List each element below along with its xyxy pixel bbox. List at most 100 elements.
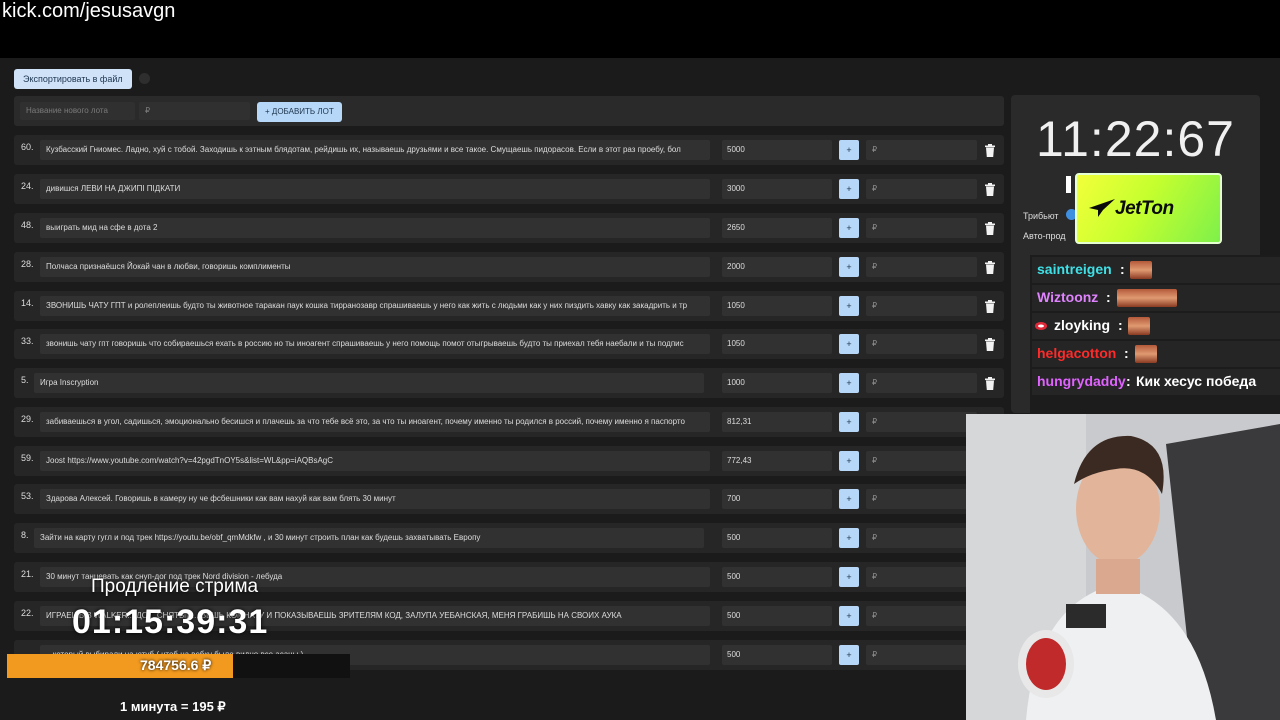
badge-icon — [1035, 322, 1047, 330]
lot-amount: 500 — [722, 528, 832, 548]
add-to-lot-button[interactable]: + — [839, 334, 859, 354]
lot-add-amount-input[interactable]: ₽ — [866, 140, 977, 160]
lot-row: 29. забиваешься в угол, садишься, эмоцио… — [14, 407, 1004, 437]
lot-add-amount-input[interactable]: ₽ — [866, 334, 977, 354]
add-to-lot-button[interactable]: + — [839, 645, 859, 665]
lot-title-field[interactable]: дивишся ЛЕВИ НА ДЖИПІ ПІДКАТИ — [40, 179, 710, 199]
trash-icon[interactable] — [984, 261, 996, 274]
webcam-feed — [966, 414, 1280, 720]
lot-add-amount-input[interactable]: ₽ — [866, 451, 977, 471]
lot-number: 14. — [21, 298, 34, 308]
add-to-lot-button[interactable]: + — [839, 489, 859, 509]
lot-number: 53. — [21, 491, 34, 501]
lot-add-amount-input[interactable]: ₽ — [866, 257, 977, 277]
lot-number: 59. — [21, 453, 34, 463]
lot-title-field[interactable]: Зайти на карту гугл и под трек https://y… — [34, 528, 704, 548]
trash-icon[interactable] — [984, 222, 996, 235]
chat-message: zloyking : — [1032, 313, 1280, 339]
trash-icon[interactable] — [984, 377, 996, 390]
lot-row: 8. Зайти на карту гугл и под трек https:… — [14, 523, 1004, 553]
chat-message: saintreigen : — [1032, 257, 1280, 283]
new-lot-name-input[interactable]: Название нового лота — [20, 102, 135, 120]
lot-row: 28. Полчаса признаёшся Йокай чан в любви… — [14, 252, 1004, 282]
lot-add-amount-input[interactable]: ₽ — [866, 645, 977, 665]
lot-add-amount-input[interactable]: ₽ — [866, 296, 977, 316]
add-to-lot-button[interactable]: + — [839, 373, 859, 393]
add-to-lot-button[interactable]: + — [839, 218, 859, 238]
trash-icon[interactable] — [984, 300, 996, 313]
lot-amount: 3000 — [722, 179, 832, 199]
trash-icon[interactable] — [984, 338, 996, 351]
lot-add-amount-input[interactable]: ₽ — [866, 528, 977, 548]
emote-icon — [1128, 317, 1150, 335]
lot-amount: 2000 — [722, 257, 832, 277]
add-to-lot-button[interactable]: + — [839, 451, 859, 471]
timer-button[interactable] — [1066, 176, 1071, 193]
extension-timer: 01:15:39:31 — [72, 603, 269, 641]
status-indicator — [139, 73, 150, 84]
lot-row: 24. дивишся ЛЕВИ НА ДЖИПІ ПІДКАТИ 3000 +… — [14, 174, 1004, 204]
lot-amount: 812,31 — [722, 412, 832, 432]
lot-number: 5. — [21, 375, 29, 385]
lot-title-field[interactable]: Кузбасский Гниомес. Ладно, хуй с тобой. … — [40, 140, 710, 160]
lot-row: 48. выиграть мид на сфе в дота 2 2650 + … — [14, 213, 1004, 243]
lot-add-amount-input[interactable]: ₽ — [866, 567, 977, 587]
chat-message: helgacotton : — [1032, 341, 1280, 367]
auto-extend-label: Авто-прод — [1023, 231, 1066, 241]
export-file-button[interactable]: Экспортировать в файл — [14, 69, 132, 89]
lot-title-field[interactable]: Полчаса признаёшся Йокай чан в любви, го… — [40, 257, 710, 277]
lot-title-field[interactable]: Joost https://www.youtube.com/watch?v=42… — [40, 451, 710, 471]
lot-amount: 500 — [722, 606, 832, 626]
lot-amount: 500 — [722, 645, 832, 665]
lot-add-amount-input[interactable]: ₽ — [866, 412, 977, 432]
lot-row: 59. Joost https://www.youtube.com/watch?… — [14, 446, 1004, 476]
lot-title-field[interactable]: выиграть мид на сфе в дота 2 — [40, 218, 710, 238]
sponsor-banner: JetTon — [1075, 173, 1222, 244]
lot-add-amount-input[interactable]: ₽ — [866, 373, 977, 393]
lot-title-field[interactable]: Здарова Алексей. Говоришь в камеру ну че… — [40, 489, 710, 509]
lot-title-field[interactable]: Игра Inscryption — [34, 373, 704, 393]
trash-icon[interactable] — [984, 183, 996, 196]
lot-title-field[interactable]: ЗВОНИШЬ ЧАТУ ГПТ и ролеплеишь будто ты ж… — [40, 296, 710, 316]
tribute-label: Трибьют — [1023, 211, 1059, 221]
lot-row: 33. звонишь чату гпт говоришь что собира… — [14, 329, 1004, 359]
chat-message: hungrydaddy : Кик хесус победа — [1032, 369, 1280, 395]
chat-text: Кик хесус победа — [1136, 373, 1257, 389]
lot-number: 21. — [21, 569, 34, 579]
lot-amount: 772,43 — [722, 451, 832, 471]
add-lot-button[interactable]: + ДОБАВИТЬ ЛОТ — [257, 102, 342, 122]
lot-title-field[interactable]: звонишь чату гпт говоришь что собираешьс… — [40, 334, 710, 354]
auction-timer: 11:22:67 — [1036, 111, 1235, 167]
extension-rate: 1 минута = 195 ₽ — [120, 699, 226, 714]
add-to-lot-button[interactable]: + — [839, 296, 859, 316]
lot-row: 53. Здарова Алексей. Говоришь в камеру н… — [14, 484, 1004, 514]
add-to-lot-button[interactable]: + — [839, 140, 859, 160]
add-to-lot-button[interactable]: + — [839, 179, 859, 199]
donation-total: 784756.6 ₽ — [140, 657, 212, 673]
lot-add-amount-input[interactable]: ₽ — [866, 606, 977, 626]
add-to-lot-button[interactable]: + — [839, 606, 859, 626]
lot-add-amount-input[interactable]: ₽ — [866, 489, 977, 509]
emote-icon — [1117, 289, 1177, 307]
chat-username: hungrydaddy — [1037, 373, 1126, 389]
lot-number: 8. — [21, 530, 29, 540]
chat-username: zloyking — [1054, 317, 1111, 333]
stream-url: kick.com/jesusavgn — [2, 0, 176, 22]
lot-add-amount-input[interactable]: ₽ — [866, 218, 977, 238]
chat-colon: : — [1126, 373, 1131, 389]
lot-amount: 1050 — [722, 296, 832, 316]
emote-icon — [1135, 345, 1157, 363]
add-to-lot-button[interactable]: + — [839, 412, 859, 432]
lot-row: 5. Игра Inscryption 1000 + ₽ — [14, 368, 1004, 398]
add-to-lot-button[interactable]: + — [839, 528, 859, 548]
lot-number: 60. — [21, 142, 34, 152]
new-lot-amount-input[interactable]: ₽ — [139, 102, 250, 120]
lot-title-field[interactable]: забиваешься в угол, садишься, эмоциональ… — [40, 412, 710, 432]
chat-username: helgacotton — [1037, 345, 1117, 361]
emote-icon — [1130, 261, 1152, 279]
lot-number: 24. — [21, 181, 34, 191]
add-to-lot-button[interactable]: + — [839, 567, 859, 587]
add-to-lot-button[interactable]: + — [839, 257, 859, 277]
lot-add-amount-input[interactable]: ₽ — [866, 179, 977, 199]
trash-icon[interactable] — [984, 144, 996, 157]
